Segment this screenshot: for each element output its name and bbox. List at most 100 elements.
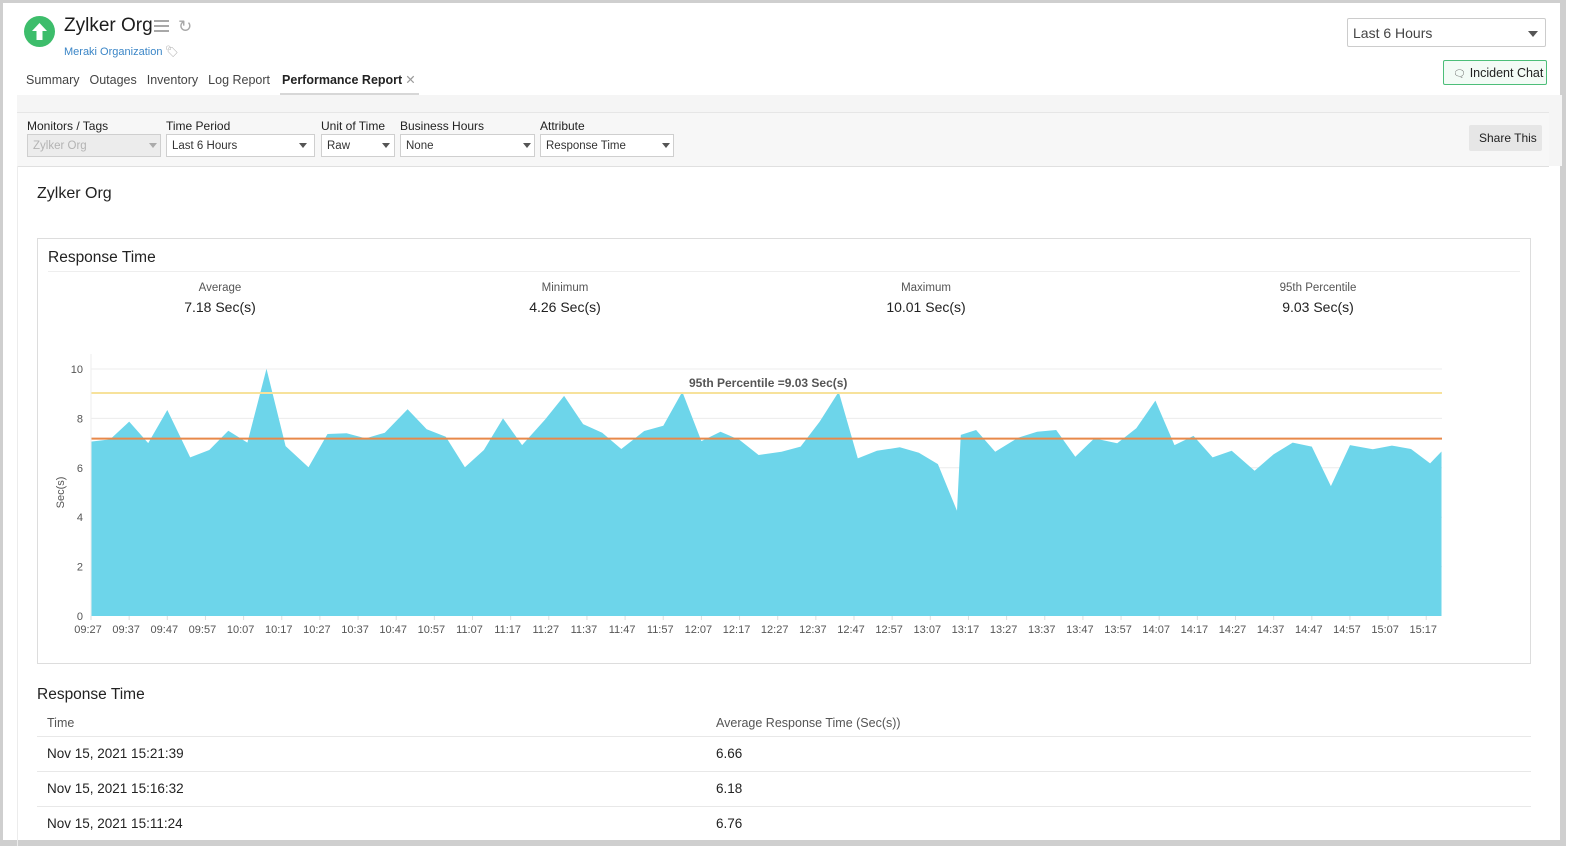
x-tick-label: 12:27 [761,624,789,636]
cell-value: 6.76 [716,816,743,831]
stat-value: 9.03 Sec(s) [1282,299,1354,315]
table-divider [37,771,1531,772]
y-tick-label: 2 [77,562,83,574]
stat-95th-percentile: 95th Percentile 9.03 Sec(s) [1218,282,1418,315]
x-tick-label: 12:37 [799,624,827,636]
business-hours-label: Business Hours [400,119,485,133]
y-tick-label: 8 [77,413,83,425]
y-tick-label: 6 [77,463,83,475]
refresh-icon[interactable]: ↻ [178,18,192,35]
tag-icon[interactable]: 🏷︎ [165,45,179,58]
close-tab-icon[interactable]: ✕ [405,73,415,87]
y-tick-label: 0 [77,611,83,623]
x-tick-label: 10:37 [341,624,369,636]
stat-label: 95th Percentile [1279,282,1357,294]
x-tick-label: 14:47 [1295,624,1323,636]
stat-maximum: Maximum 10.01 Sec(s) [826,282,1026,315]
stat-label: Average [198,282,242,294]
time-period-select[interactable]: Last 6 Hours [166,134,315,157]
x-tick-label: 13:37 [1028,624,1056,636]
chevron-down-icon [382,143,390,148]
x-tick-label: 09:57 [189,624,217,636]
x-tick-label: 11:57 [647,624,674,636]
x-tick-label: 13:47 [1066,624,1094,636]
tab-outages[interactable]: Outages [89,73,141,93]
cell-time: Nov 15, 2021 15:16:32 [47,781,184,796]
unit-of-time-label: Unit of Time [321,119,386,133]
tab-log-report[interactable]: Log Report [208,73,275,93]
stat-minimum: Minimum 4.26 Sec(s) [465,282,665,315]
x-tick-label: 13:27 [990,624,1018,636]
x-tick-label: 12:47 [837,624,865,636]
tab-performance-report[interactable]: Performance Report ✕ [280,73,419,96]
monitors-select: Zylker Org [27,134,161,157]
unit-of-time-select[interactable]: Raw [321,134,395,157]
share-button[interactable]: Share This [1469,125,1542,151]
cell-time: Nov 15, 2021 15:11:24 [47,816,183,831]
y-tick-label: 10 [71,364,83,376]
report-title: Zylker Org [37,185,112,202]
status-up-icon [24,16,55,47]
chat-icon: 🗨︎ [1453,69,1466,80]
card-divider [48,271,1520,272]
response-time-chart: 0 2 4 6 8 10 Sec(s) 95th Percentile =9.03 Sec(s… [55,354,1442,636]
x-tick-label: 10:07 [227,624,255,636]
table-title: Response Time [37,686,145,703]
x-tick-label: 10:57 [418,624,446,636]
x-tick-label: 11:07 [456,624,483,636]
stat-average: Average 7.18 Sec(s) [120,282,320,315]
stat-value: 4.26 Sec(s) [529,299,601,315]
x-tick-label: 14:07 [1142,624,1170,636]
cell-time: Nov 15, 2021 15:21:39 [47,746,184,761]
x-tick-label: 14:57 [1333,624,1361,636]
tab-summary[interactable]: Summary [26,73,84,93]
attribute-select[interactable]: Response Time [540,134,674,157]
y-axis-label: Sec(s) [55,477,67,509]
x-tick-label: 11:17 [494,624,521,636]
x-tick-label: 15:07 [1371,624,1399,636]
monitor-title: Zylker Org [64,15,153,36]
chevron-down-icon [1528,31,1538,37]
y-tick-label: 4 [77,512,83,524]
x-tick-label: 11:37 [571,624,598,636]
cell-value: 6.18 [716,781,743,796]
x-tick-label: 15:17 [1409,624,1437,636]
x-tick-label: 09:37 [112,624,140,636]
x-tick-label: 14:27 [1219,624,1247,636]
period-dropdown-value: Last 6 Hours [1353,25,1433,41]
incident-chat-button[interactable]: 🗨︎ Incident Chat [1443,60,1547,85]
x-tick-label: 13:17 [952,624,980,636]
stat-value: 7.18 Sec(s) [184,299,256,315]
x-tick-label: 11:27 [532,624,559,636]
chevron-down-icon [299,143,307,148]
column-header-avg-response: Average Response Time (Sec(s)) [716,716,901,730]
tab-inventory[interactable]: Inventory [147,73,203,93]
stat-label: Maximum [901,282,951,294]
period-dropdown[interactable]: Last 6 Hours [1347,18,1546,47]
x-tick-label: 13:57 [1104,624,1132,636]
cell-value: 6.66 [716,746,743,761]
x-tick-label: 13:07 [914,624,942,636]
area-series-response-time [91,368,1442,616]
card-title: Response Time [48,249,156,266]
chevron-down-icon [149,143,157,148]
stat-label: Minimum [541,282,589,294]
chevron-down-icon [523,143,531,148]
monitor-type-link[interactable]: Meraki Organization [64,46,162,58]
monitors-label: Monitors / Tags [27,119,109,133]
x-tick-label: 10:47 [379,624,407,636]
table-divider [37,806,1531,807]
x-tick-label: 12:07 [685,624,713,636]
x-tick-label: 10:17 [265,624,293,636]
business-hours-select[interactable]: None [400,134,535,157]
attribute-label: Attribute [540,119,585,133]
x-tick-label: 11:47 [609,624,636,636]
table-divider [37,736,1531,737]
chevron-down-icon [662,143,670,148]
x-tick-label: 12:57 [875,624,903,636]
x-tick-label: 10:27 [303,624,331,636]
stat-value: 10.01 Sec(s) [886,299,966,315]
x-tick-label: 12:17 [723,624,751,636]
menu-icon[interactable] [154,20,169,32]
x-tick-label: 14:17 [1181,624,1209,636]
